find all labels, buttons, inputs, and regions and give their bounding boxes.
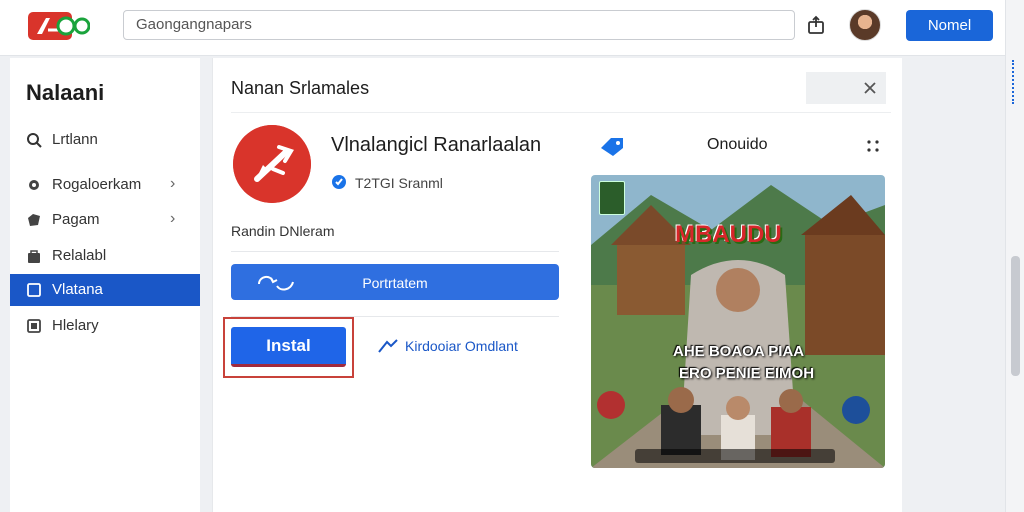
sidebar-item-relalabl[interactable]: Relalabl (10, 240, 200, 272)
sidebar-item-label: Relalabl (52, 247, 107, 264)
channel-badge (599, 181, 625, 215)
history-icon (27, 319, 41, 333)
preview-image[interactable]: MBAUDU AHE BOAOA PIAA ERO PENIE EIMOH (591, 175, 885, 468)
bag-icon (28, 250, 40, 263)
app-icon (233, 125, 311, 203)
sidebar-item-label: Rogaloerkam (52, 176, 142, 193)
download-icon (378, 339, 398, 353)
download-link-label: Kirdooiar Omdlant (405, 338, 518, 354)
panel-title: Nanan Srlamales (231, 78, 370, 98)
chevron-right-icon: › (170, 210, 176, 227)
more-options-icon[interactable] (865, 138, 881, 154)
share-icon[interactable] (806, 15, 826, 35)
puzzle-icon (28, 214, 40, 226)
divider (231, 251, 559, 252)
sidebar: Nalaani Lrtlann Rogaloerkam › Pagam › Re… (10, 58, 200, 512)
search-input[interactable]: Gaongangnapars (123, 10, 795, 40)
sidebar-item-label: Hlelary (52, 317, 99, 334)
sidebar-item-rogaloerkam[interactable]: Rogaloerkam › (10, 169, 200, 201)
preview-label: Onouido (707, 136, 768, 153)
image-subtitle: ERO PENIE EIMOH (679, 365, 815, 382)
sidebar-item-label: Lrtlann (52, 131, 98, 148)
app-logo-icon[interactable] (28, 12, 90, 40)
scrollbar-thumb[interactable] (1011, 256, 1020, 376)
sidebar-item-lrtlann[interactable]: Lrtlann (10, 124, 200, 156)
sidebar-item-vlatana[interactable]: Vlatana (10, 274, 200, 306)
sidebar-item-label: Vlatana (52, 281, 103, 298)
verified-icon (332, 175, 346, 189)
sidebar-title: Nalaani (26, 80, 105, 105)
scrollbar[interactable] (1005, 0, 1024, 512)
primary-header-button[interactable]: Nomel (906, 10, 993, 41)
developer-name[interactable]: T2TGI Sranml (355, 175, 443, 191)
sidebar-item-hlelary[interactable]: Hlelary (10, 310, 200, 342)
image-subtitle: AHE BOAOA PIAA (673, 343, 805, 360)
sidebar-item-label: Pagam (52, 211, 100, 228)
search-icon (27, 133, 42, 148)
install-highlight-frame: Instal (223, 317, 354, 378)
wide-action-label: Portrtatem (362, 275, 428, 291)
app-name: Vlnalangicl Ranarlaalan (331, 134, 542, 156)
village-scene-image (591, 175, 885, 468)
image-footer-bar (635, 449, 835, 463)
download-link[interactable]: Kirdooiar Omdlant (377, 338, 518, 354)
app-details-panel: Nanan Srlamales Vlnalangicl Ranarlaalan … (212, 58, 902, 512)
sidebar-item-pagam[interactable]: Pagam › (10, 204, 200, 236)
avatar[interactable] (849, 9, 881, 41)
box-icon (27, 283, 41, 297)
close-icon (864, 82, 876, 94)
top-bar: Gaongangnapars Nomel (0, 0, 1024, 56)
wide-action-button[interactable]: Portrtatem (231, 264, 559, 300)
install-button[interactable]: Instal (231, 327, 346, 367)
rating-text: Randin DNleram (231, 223, 335, 239)
scroll-marker (1012, 60, 1018, 104)
close-button[interactable] (806, 72, 886, 104)
divider (231, 112, 891, 113)
chevron-right-icon: › (170, 175, 176, 192)
tag-icon (601, 138, 623, 156)
image-title: MBAUDU (675, 221, 782, 248)
settings-icon (29, 180, 39, 190)
